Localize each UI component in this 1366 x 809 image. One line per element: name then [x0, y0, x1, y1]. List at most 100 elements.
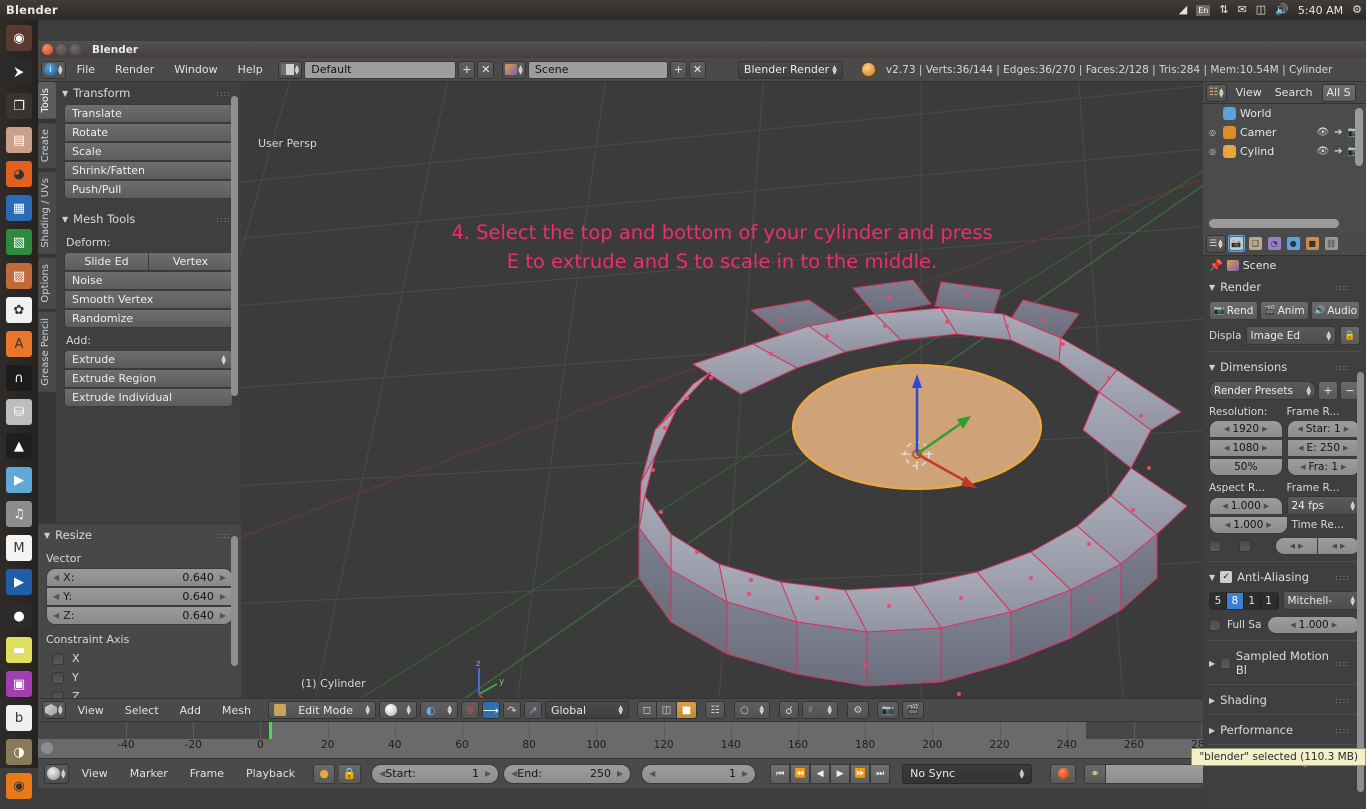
window-maximize-button[interactable]	[70, 44, 81, 55]
pin-icon[interactable]: 📌	[1209, 259, 1223, 272]
visibility-eye-icon[interactable]: 👁	[1316, 127, 1329, 138]
add-scene-button[interactable]: +	[670, 61, 687, 79]
render-animation-button[interactable]: 🎬 Anim	[1260, 301, 1309, 320]
expand-toggle-icon[interactable]: ◎	[1209, 128, 1219, 137]
launcher-terminal[interactable]: ⮞	[3, 56, 35, 88]
mesh-options-button[interactable]: ⚙	[847, 701, 869, 719]
launcher-ubuntu-dash[interactable]: ◉	[3, 22, 35, 54]
constraint-axis-x-checkbox[interactable]	[52, 653, 64, 665]
launcher-blue-app[interactable]: b	[3, 702, 35, 734]
resolution-percent-field[interactable]: 50%	[1209, 458, 1283, 476]
viewport-menu-view[interactable]: View	[69, 702, 113, 719]
crop-checkbox[interactable]	[1239, 540, 1251, 552]
frame-rate-selector[interactable]: 24 fps ▲▼	[1287, 496, 1361, 515]
menu-file[interactable]: File	[68, 61, 104, 78]
slide-edge-button[interactable]: Slide Ed	[64, 252, 149, 271]
keying-set-icon-button[interactable]: ⚭	[1084, 764, 1106, 784]
outliner-hscrollbar[interactable]	[1209, 219, 1339, 228]
render-presets-selector[interactable]: Render Presets ▲▼	[1209, 381, 1316, 400]
edge-select-mode[interactable]: ◫	[657, 701, 677, 719]
aa-sample-selector[interactable]: 5811	[1209, 592, 1279, 610]
display-mode-selector[interactable]: Image Ed ▲▼	[1246, 326, 1337, 345]
outliner-menu-search[interactable]: Search	[1271, 84, 1317, 101]
transform-shrink-fatten-button[interactable]: Shrink/Fatten	[64, 161, 233, 180]
auto-keying-toggle[interactable]: ●	[313, 764, 335, 784]
properties-world-tab[interactable]: ●	[1285, 235, 1302, 252]
volume-icon[interactable]: 🔊	[1275, 0, 1289, 20]
jump-to-start-button[interactable]: ⏮	[770, 764, 790, 784]
keying-lock-toggle[interactable]: 🔒	[339, 764, 361, 784]
toolshelf-tab-tools[interactable]: Tools	[38, 82, 56, 119]
frame-start-field[interactable]: ◀ Star: 1 ▶	[1287, 420, 1361, 438]
launcher-usb-drive[interactable]: ⛁	[3, 396, 35, 428]
launcher-libreoffice-impress[interactable]: ▨	[3, 260, 35, 292]
frame-start-field[interactable]: ◀ Start: 1 ▶	[371, 764, 499, 784]
properties-render-layers-tab[interactable]: ❑	[1247, 235, 1264, 252]
properties-scene-tab[interactable]: ◔	[1266, 235, 1283, 252]
launcher-blender-launcher[interactable]: ◉	[3, 770, 35, 802]
menu-window[interactable]: Window	[165, 61, 226, 78]
properties-editor-type-selector[interactable]: ☰ ▲▼	[1206, 235, 1226, 253]
constraint-axis-y-checkbox[interactable]	[52, 672, 64, 684]
slide-vertex-button[interactable]: Vertex	[149, 252, 233, 271]
selectable-cursor-icon[interactable]: ➔	[1334, 146, 1342, 157]
viewport-menu-mesh[interactable]: Mesh	[213, 702, 260, 719]
face-select-mode[interactable]: ■	[677, 701, 697, 719]
menu-help[interactable]: Help	[229, 61, 272, 78]
resize-vector-z-field[interactable]: ◀Z:0.640▶	[46, 606, 233, 625]
resolution-y-field[interactable]: ◀ 1080 ▶	[1209, 439, 1283, 457]
record-button[interactable]	[1050, 764, 1076, 784]
panel-header-shading[interactable]: ▶Shading::::	[1203, 688, 1366, 711]
rotate-gizmo-toggle[interactable]: ↷	[503, 701, 521, 719]
screen-layout-name[interactable]: Default	[304, 61, 456, 79]
scene-selector[interactable]: ▲▼	[502, 61, 526, 79]
snap-toggle[interactable]: ☌	[779, 701, 799, 719]
aa-filter-size-field[interactable]: ◀ 1.000 ▶	[1267, 616, 1360, 634]
launcher-vlc[interactable]: ▲	[3, 430, 35, 462]
3d-viewport[interactable]: z y x User Persp (1) Cylinder 4. Select …	[241, 82, 1203, 698]
frame-end-field[interactable]: ◀ End: 250 ▶	[503, 764, 631, 784]
aa-filter-selector[interactable]: Mitchell- ▲▼	[1283, 591, 1361, 610]
viewport-shading-selector[interactable]: ▲▼	[379, 701, 417, 719]
resize-vector-x-field[interactable]: ◀X:0.640▶	[46, 568, 233, 587]
editor-type-selector[interactable]: i ▲▼	[41, 61, 66, 79]
play-button[interactable]: ▶	[830, 764, 850, 784]
extrude-dropdown[interactable]: Extrude ▲▼	[64, 350, 233, 369]
gear-icon[interactable]: ⚙	[1352, 0, 1362, 20]
panel-header-anti-aliasing[interactable]: ▼ ✓ Anti-Aliasing ::::	[1203, 565, 1366, 588]
panel-header-sampled-motion-bl[interactable]: ▶Sampled Motion Bl::::	[1203, 644, 1366, 681]
constraint-axis-x-row[interactable]: X	[38, 649, 241, 668]
outliner-vscrollbar[interactable]	[1355, 108, 1363, 166]
keyboard-layout-indicator[interactable]: En	[1196, 5, 1210, 16]
manipulator-toggle[interactable]: ⟶	[482, 701, 500, 719]
expand-toggle-icon[interactable]: ◎	[1209, 147, 1219, 156]
mail-icon[interactable]: ✉	[1238, 0, 1247, 20]
launcher-text-editor[interactable]: ▬	[3, 634, 35, 666]
viewport-menu-add[interactable]: Add	[171, 702, 210, 719]
interaction-mode-selector[interactable]: Edit Mode ▲▼	[268, 701, 376, 719]
sync-mode-selector[interactable]: No Sync ▲▼	[902, 764, 1032, 784]
launcher-headphones-app[interactable]: ∩	[3, 362, 35, 394]
translate-gizmo-toggle[interactable]: ✞	[461, 701, 479, 719]
aspect-x-field[interactable]: ◀ 1.000 ▶	[1209, 497, 1283, 515]
deform-noise-button[interactable]: Noise	[64, 271, 233, 290]
anti-aliasing-checkbox[interactable]: ✓	[1220, 571, 1232, 583]
launcher-video-player[interactable]: ▶	[3, 464, 35, 496]
constraint-axis-y-row[interactable]: Y	[38, 668, 241, 687]
launcher-gmail[interactable]: M	[3, 532, 35, 564]
render-image-button[interactable]: 📷	[877, 701, 899, 719]
launcher-firefox[interactable]: ◕	[3, 158, 35, 190]
extrude-individual-button[interactable]: Extrude Individual	[64, 388, 233, 407]
vertex-select-mode[interactable]: ◻	[637, 701, 657, 719]
add-screen-button[interactable]: +	[458, 61, 475, 79]
launcher-media-player-blue[interactable]: ▶	[3, 566, 35, 598]
transform-scale-button[interactable]: Scale	[64, 142, 233, 161]
panel-header-transform[interactable]: ▼ Transform ::::	[56, 82, 241, 104]
border-checkbox[interactable]	[1209, 540, 1221, 552]
aa-sample-1[interactable]: 1	[1244, 593, 1261, 609]
transform-rotate-button[interactable]: Rotate	[64, 123, 233, 142]
visibility-eye-icon[interactable]: 👁	[1316, 146, 1329, 157]
deform-smooth-vertex-button[interactable]: Smooth Vertex	[64, 290, 233, 309]
timeline-scroll-handle[interactable]	[41, 742, 53, 754]
launcher-workspace-switcher[interactable]: ❐	[3, 90, 35, 122]
